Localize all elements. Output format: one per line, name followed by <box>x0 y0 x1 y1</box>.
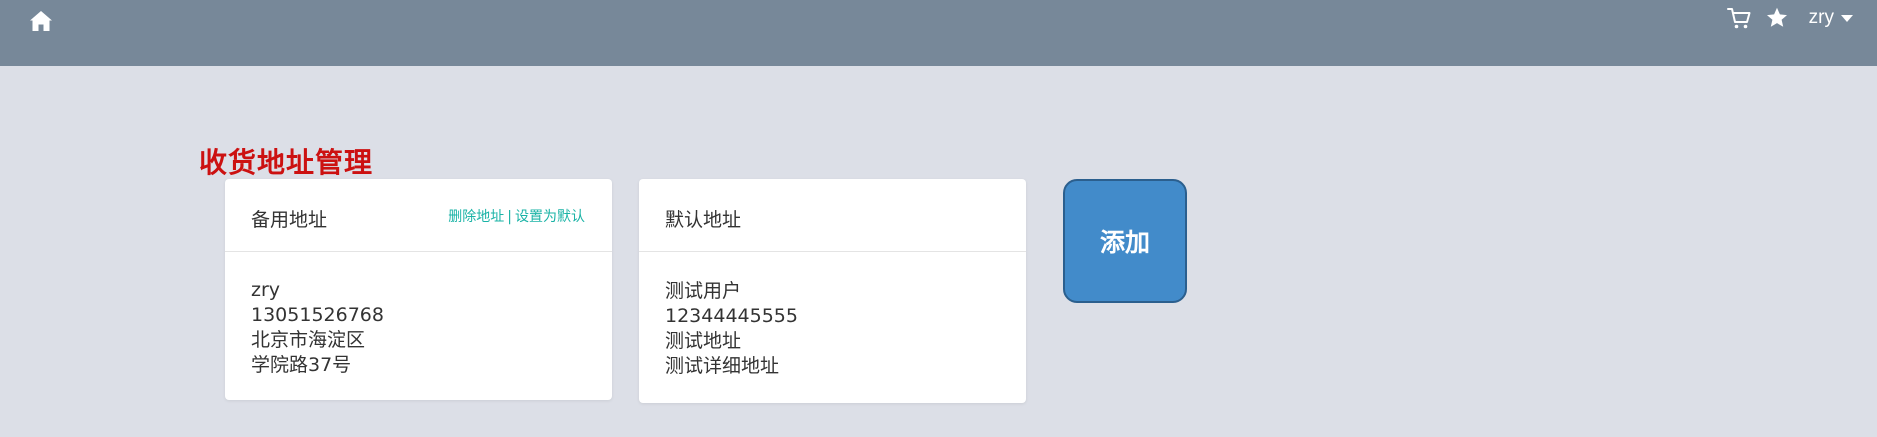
top-nav-bar: zry <box>0 0 1877 66</box>
add-address-button[interactable]: 添加 <box>1063 179 1187 303</box>
card-heading: 备用地址 <box>251 209 328 231</box>
card-body: zry 13051526768 北京市海淀区 学院路37号 <box>225 252 612 378</box>
home-icon <box>30 11 52 31</box>
username-label: zry <box>1808 7 1834 28</box>
address-detail: 学院路37号 <box>251 354 352 376</box>
cart-button[interactable] <box>1725 4 1753 32</box>
caret-down-icon <box>1841 14 1853 22</box>
star-icon <box>1766 7 1787 27</box>
card-body: 测试用户 12344445555 测试地址 测试详细地址 <box>639 252 1026 379</box>
card-actions: 删除地址 | 设置为默认 <box>448 206 585 226</box>
header-actions: zry <box>1725 4 1853 32</box>
page-title: 收货地址管理 <box>199 146 374 179</box>
cart-icon <box>1726 8 1751 29</box>
recipient-phone: 12344445555 <box>665 305 798 327</box>
recipient-name: zry <box>251 279 281 301</box>
address-region: 北京市海淀区 <box>251 329 366 351</box>
address-region: 测试地址 <box>665 330 742 352</box>
address-card-default: 默认地址 测试用户 12344445555 测试地址 测试详细地址 <box>639 179 1026 403</box>
address-detail: 测试详细地址 <box>665 355 780 377</box>
favorites-button[interactable] <box>1763 4 1791 32</box>
delete-address-link[interactable]: 删除地址 <box>448 209 504 225</box>
home-button[interactable] <box>28 8 54 34</box>
address-card-backup: 备用地址 删除地址 | 设置为默认 zry 13051526768 北京市海淀区 学… <box>225 179 612 400</box>
card-header: 备用地址 删除地址 | 设置为默认 <box>225 179 612 252</box>
set-default-link[interactable]: 设置为默认 <box>515 209 585 225</box>
recipient-name: 测试用户 <box>665 280 742 302</box>
recipient-phone: 13051526768 <box>251 304 384 326</box>
card-heading: 默认地址 <box>665 209 742 231</box>
action-separator: | <box>507 209 512 225</box>
card-header: 默认地址 <box>639 179 1026 252</box>
user-menu[interactable]: zry <box>1809 7 1853 29</box>
